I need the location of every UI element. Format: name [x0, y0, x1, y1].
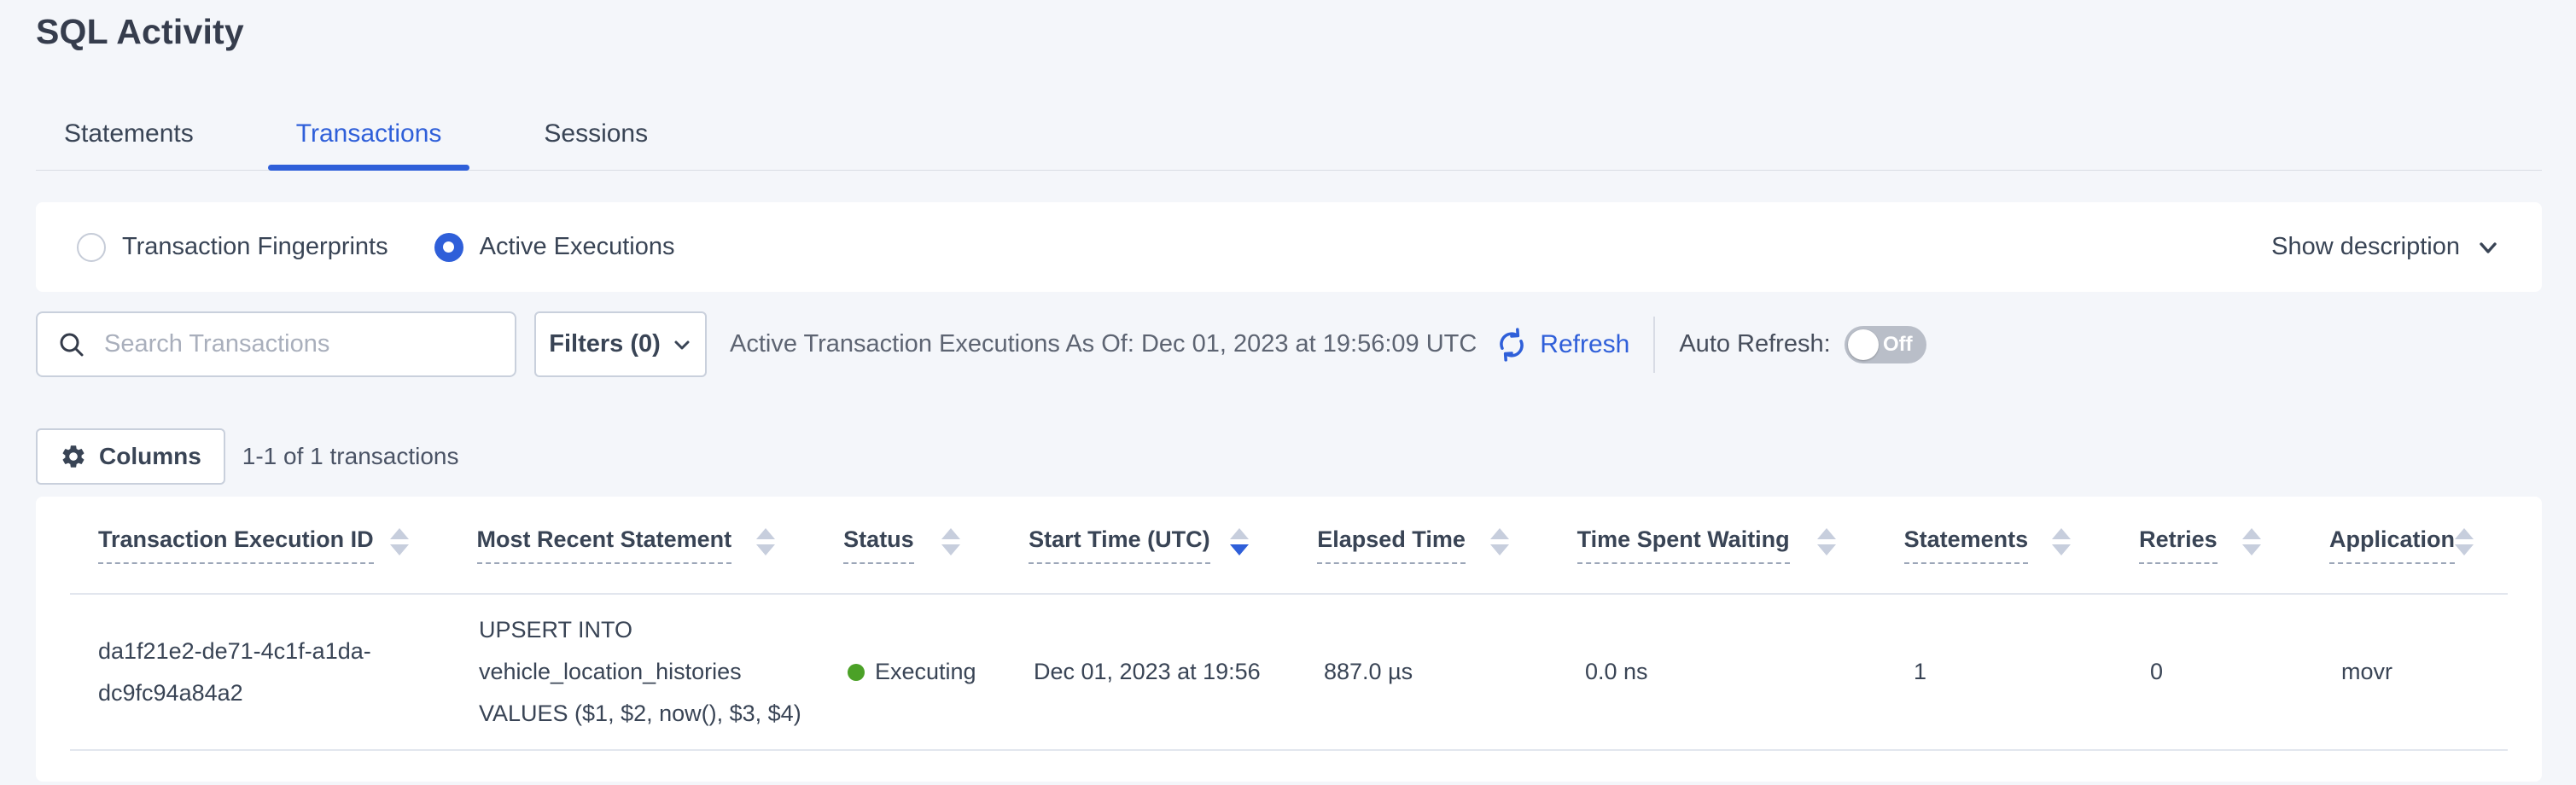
cell-statements: 1	[1914, 651, 2150, 693]
auto-refresh-toggle[interactable]: Off	[1845, 326, 1926, 363]
as-of-timestamp: Active Transaction Executions As Of: Dec…	[730, 330, 1477, 358]
search-icon	[56, 329, 87, 360]
column-header-start-time[interactable]: Start Time (UTC)	[1029, 526, 1317, 564]
sql-activity-page: SQL Activity Statements Transactions Ses…	[0, 0, 2576, 785]
auto-refresh-state: Off	[1883, 326, 1913, 363]
column-header-statements[interactable]: Statements	[1904, 526, 2140, 564]
radio-label: Active Executions	[480, 233, 675, 261]
sort-icon[interactable]	[2052, 528, 2071, 562]
column-header-application[interactable]: Application	[2329, 526, 2508, 564]
table-header-row: Transaction Execution ID Most Recent Sta…	[70, 497, 2508, 595]
column-header-transaction-execution-id[interactable]: Transaction Execution ID	[98, 526, 477, 564]
table-row: da1f21e2-de71-4c1f-a1da-dc9fc94a84a2 UPS…	[70, 595, 2508, 751]
tab-transactions-label: Transactions	[296, 119, 442, 148]
view-mode-panel: Transaction Fingerprints Active Executio…	[36, 202, 2542, 292]
tab-transactions[interactable]: Transactions	[268, 119, 470, 170]
gear-icon	[60, 443, 87, 470]
columns-button-label: Columns	[99, 443, 201, 470]
page-title: SQL Activity	[36, 12, 244, 52]
table-controls: Columns 1-1 of 1 transactions	[36, 428, 458, 485]
cell-most-recent-statement[interactable]: UPSERT INTO vehicle_location_histories V…	[479, 609, 848, 735]
filters-button-label: Filters (0)	[549, 330, 661, 358]
sort-icon[interactable]	[1230, 528, 1249, 562]
cell-application: movr	[2341, 651, 2508, 693]
sort-icon[interactable]	[2455, 528, 2474, 562]
column-header-status[interactable]: Status	[843, 526, 1029, 564]
cell-start-time: Dec 01, 2023 at 19:56	[1034, 651, 1324, 693]
search-input[interactable]	[104, 330, 496, 358]
refresh-label: Refresh	[1540, 330, 1629, 359]
tab-sessions-label: Sessions	[544, 119, 648, 148]
radio-transaction-fingerprints[interactable]: Transaction Fingerprints	[77, 233, 388, 262]
column-header-time-spent-waiting[interactable]: Time Spent Waiting	[1577, 526, 1904, 564]
radio-label: Transaction Fingerprints	[122, 233, 388, 261]
sort-icon[interactable]	[390, 528, 409, 562]
cell-status: Executing	[848, 651, 1034, 693]
executing-status-icon	[848, 664, 865, 681]
tab-bar: Statements Transactions Sessions	[36, 114, 2542, 171]
chevron-down-icon	[2475, 235, 2501, 260]
toolbar: Filters (0) Active Transaction Execution…	[36, 311, 2542, 377]
column-header-most-recent-statement[interactable]: Most Recent Statement	[477, 526, 844, 564]
columns-button[interactable]: Columns	[36, 428, 225, 485]
cell-elapsed-time: 887.0 µs	[1324, 651, 1585, 693]
toolbar-divider	[1653, 317, 1655, 373]
show-description-label: Show description	[2271, 233, 2460, 261]
column-header-elapsed-time[interactable]: Elapsed Time	[1317, 526, 1576, 564]
results-summary: 1-1 of 1 transactions	[242, 443, 459, 470]
radio-circle-icon[interactable]	[434, 233, 463, 262]
radio-circle-icon[interactable]	[77, 233, 106, 262]
cell-time-spent-waiting: 0.0 ns	[1585, 651, 1914, 693]
auto-refresh-label: Auto Refresh:	[1679, 330, 1830, 358]
sort-icon[interactable]	[1817, 528, 1836, 562]
sort-icon[interactable]	[2242, 528, 2261, 562]
cell-transaction-execution-id[interactable]: da1f21e2-de71-4c1f-a1da-dc9fc94a84a2	[98, 631, 479, 714]
sort-icon[interactable]	[941, 528, 960, 562]
transactions-table: Transaction Execution ID Most Recent Sta…	[36, 497, 2542, 782]
tab-sessions[interactable]: Sessions	[516, 119, 676, 170]
search-box[interactable]	[36, 311, 516, 377]
filters-button[interactable]: Filters (0)	[534, 311, 707, 377]
sort-icon[interactable]	[1490, 528, 1509, 562]
sort-icon[interactable]	[756, 528, 775, 562]
toggle-knob-icon	[1848, 329, 1879, 360]
refresh-icon	[1494, 327, 1530, 363]
chevron-down-icon	[672, 334, 692, 355]
column-header-retries[interactable]: Retries	[2139, 526, 2329, 564]
tab-statements-label: Statements	[64, 119, 194, 148]
show-description-toggle[interactable]: Show description	[2271, 233, 2501, 261]
status-label: Executing	[875, 651, 976, 693]
radio-active-executions[interactable]: Active Executions	[434, 233, 675, 262]
tab-statements[interactable]: Statements	[36, 119, 222, 170]
refresh-button[interactable]: Refresh	[1494, 327, 1629, 363]
cell-retries: 0	[2150, 651, 2341, 693]
